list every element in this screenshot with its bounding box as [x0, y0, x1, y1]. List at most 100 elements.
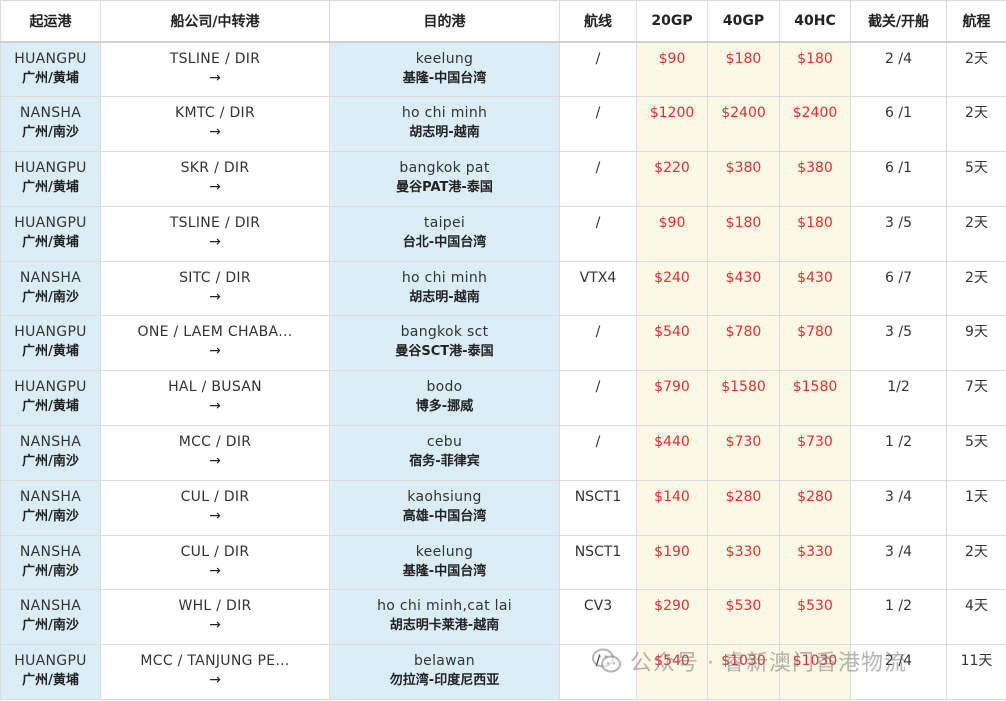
carrier-name: MCC / TANJUNG PE... — [140, 653, 290, 670]
destination-port-cn: 台北-中国台湾 — [402, 234, 487, 250]
price-20gp: $440 — [636, 425, 708, 481]
destination-cell: bangkok sct 曼谷SCT港-泰国 — [329, 315, 560, 372]
price-40hc: $380 — [779, 151, 851, 207]
arrow-icon: → — [209, 398, 221, 415]
carrier-cell: ONE / LAEM CHABA... → — [100, 315, 330, 372]
cutoff-cell: 2 /4 — [850, 644, 947, 701]
table-row: NANSHA 广州/南沙 WHL / DIR → ho chi minh,cat lai… — [0, 589, 1006, 646]
origin-port-cn: 广州/南沙 — [22, 289, 79, 305]
price-20gp: $140 — [636, 479, 708, 536]
price-40gp: $730 — [707, 425, 780, 481]
destination-port-cn: 曼谷SCT港-泰国 — [395, 344, 494, 360]
price-40gp: $430 — [707, 260, 780, 317]
route-cell: / — [559, 151, 637, 207]
arrow-icon: → — [209, 70, 221, 86]
origin-cell: HUANGPU 广州/黄埔 — [0, 315, 101, 372]
cutoff-cell: 6 /1 — [850, 151, 947, 207]
destination-cell: kaohsiung 高雄-中国台湾 — [329, 479, 560, 536]
destination-cell: ho chi minh 胡志明-越南 — [329, 260, 560, 317]
destination-port-cn: 胡志明-越南 — [409, 289, 480, 305]
route-cell: CV3 — [559, 589, 637, 646]
table-row: NANSHA 广州/南沙 CUL / DIR → kaohsiung 高雄-中国台湾 NSC… — [0, 479, 1006, 536]
table-row: NANSHA 广州/南沙 KMTC / DIR → ho chi minh 胡志明-越南 /… — [0, 96, 1006, 153]
transit-cell: 2天 — [946, 41, 1006, 98]
arrow-icon: → — [209, 179, 221, 196]
carrier-cell: MCC / DIR → — [100, 425, 330, 481]
price-40hc: $530 — [779, 589, 851, 646]
arrow-icon: → — [209, 288, 221, 305]
destination-port-cn: 勿拉湾-印度尼西亚 — [389, 673, 500, 689]
origin-port-cn: 广州/南沙 — [22, 618, 79, 634]
price-20gp: $540 — [636, 644, 708, 701]
cutoff-cell: 1 /2 — [850, 589, 947, 646]
price-40gp: $180 — [707, 41, 780, 98]
price-40hc: $330 — [779, 534, 851, 591]
table-row: NANSHA 广州/南沙 MCC / DIR → cebu 宿务-菲律宾 / $440 $730… — [0, 425, 1006, 481]
price-20gp: $90 — [636, 205, 708, 262]
carrier-cell: TSLINE / DIR → — [100, 205, 330, 262]
destination-port-en: kaohsiung — [407, 488, 482, 505]
carrier-cell: WHL / DIR → — [100, 589, 330, 646]
price-20gp: $540 — [636, 315, 708, 372]
origin-port-cn: 广州/黄埔 — [22, 180, 79, 196]
price-20gp: $790 — [636, 370, 708, 427]
price-40hc: $180 — [779, 205, 851, 262]
origin-port-en: HUANGPU — [14, 160, 87, 177]
transit-cell: 2天 — [946, 260, 1006, 317]
origin-cell: NANSHA 广州/南沙 — [0, 589, 101, 646]
cutoff-cell: 3 /4 — [850, 479, 947, 536]
route-cell: / — [559, 370, 637, 427]
carrier-cell: TSLINE / DIR → — [100, 41, 330, 98]
origin-cell: NANSHA 广州/南沙 — [0, 425, 101, 481]
arrow-icon: → — [209, 343, 221, 360]
price-40gp: $2400 — [707, 96, 780, 153]
destination-port-cn: 胡志明卡莱港-越南 — [389, 618, 500, 634]
cutoff-cell: 1/2 — [850, 370, 947, 427]
cutoff-cell: 6 /7 — [850, 260, 947, 317]
destination-port-cn: 曼谷PAT港-泰国 — [396, 180, 493, 196]
header-transit: 航程 — [946, 0, 1006, 43]
origin-cell: HUANGPU 广州/黄埔 — [0, 205, 101, 262]
arrow-icon: → — [209, 507, 221, 524]
carrier-cell: KMTC / DIR → — [100, 96, 330, 153]
destination-port-cn: 博多-挪威 — [415, 399, 474, 415]
price-20gp: $290 — [636, 589, 708, 646]
route-cell: / — [559, 644, 637, 701]
price-40gp: $1030 — [707, 644, 780, 701]
destination-port-en: ho chi minh — [401, 105, 488, 122]
route-cell: NSCT1 — [559, 479, 637, 536]
transit-cell: 5天 — [946, 151, 1006, 207]
origin-cell: HUANGPU 广州/黄埔 — [0, 151, 101, 207]
transit-cell: 1天 — [946, 479, 1006, 536]
header-origin: 起运港 — [0, 0, 101, 43]
table-row: HUANGPU 广州/黄埔 ONE / LAEM CHABA... → bangkok … — [0, 315, 1006, 372]
origin-cell: NANSHA 广州/南沙 — [0, 260, 101, 317]
price-40gp: $380 — [707, 151, 780, 207]
table-row: HUANGPU 广州/黄埔 MCC / TANJUNG PE... → belawan 勿… — [0, 644, 1006, 701]
freight-rate-table: 起运港 船公司/中转港 目的港 航线 20GP 40GP 40HC 截关/开船 … — [0, 0, 1006, 701]
header-row: 起运港 船公司/中转港 目的港 航线 20GP 40GP 40HC 截关/开船 … — [0, 0, 1006, 43]
destination-port-cn: 宿务-菲律宾 — [409, 454, 480, 470]
destination-port-cn: 基隆-中国台湾 — [402, 71, 487, 86]
price-40hc: $780 — [779, 315, 851, 372]
transit-cell: 2天 — [946, 205, 1006, 262]
route-cell: VTX4 — [559, 260, 637, 317]
origin-port-cn: 广州/南沙 — [22, 125, 79, 141]
destination-port-en: taipei — [423, 214, 466, 231]
header-route: 航线 — [559, 0, 637, 43]
carrier-name: CUL / DIR — [180, 488, 250, 505]
origin-port-en: NANSHA — [19, 105, 82, 122]
arrow-icon: → — [209, 617, 221, 634]
origin-port-en: NANSHA — [19, 434, 82, 451]
destination-cell: keelung 基隆-中国台湾 — [329, 534, 560, 591]
destination-cell: belawan 勿拉湾-印度尼西亚 — [329, 644, 560, 701]
carrier-cell: HAL / BUSAN → — [100, 370, 330, 427]
destination-port-en: bangkok sct — [400, 324, 489, 341]
route-cell: / — [559, 205, 637, 262]
cutoff-cell: 3 /5 — [850, 205, 947, 262]
header-40hc: 40HC — [779, 0, 851, 43]
price-40hc: $280 — [779, 479, 851, 536]
price-40gp: $180 — [707, 205, 780, 262]
header-destination: 目的港 — [329, 0, 560, 43]
origin-cell: HUANGPU 广州/黄埔 — [0, 644, 101, 701]
